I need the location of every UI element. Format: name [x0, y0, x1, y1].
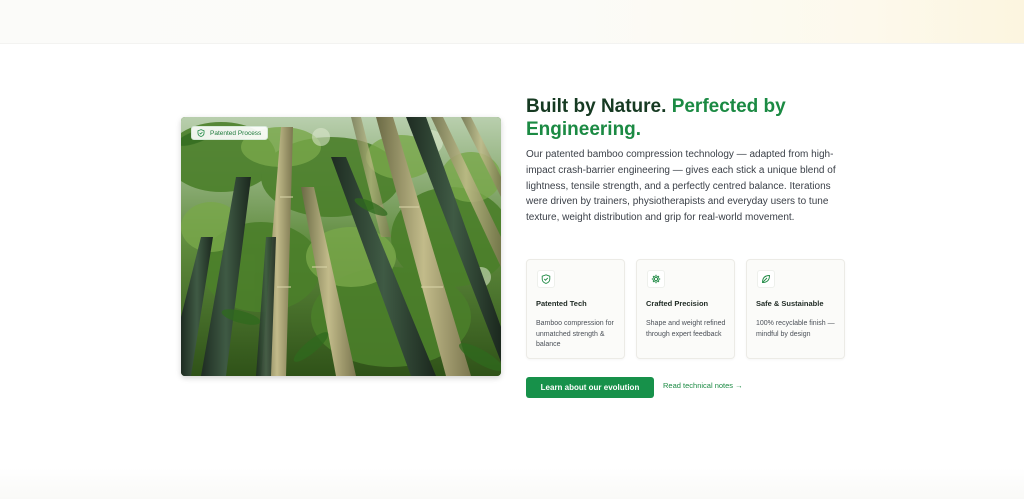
badge-label: Patented Process — [210, 129, 262, 137]
feature-title: Safe & Sustainable — [756, 299, 824, 308]
shield-check-icon — [197, 129, 205, 137]
feature-description: 100% recyclable finish — mindful by desi… — [756, 320, 835, 338]
shield-check-icon — [537, 270, 555, 288]
section-heading: Built by Nature. Perfected by Engineerin… — [526, 95, 846, 141]
read-technical-notes-link[interactable]: Read technical notes → — [663, 381, 743, 390]
gear-icon — [647, 270, 665, 288]
feature-description: Shape and weight refined through expert … — [646, 320, 726, 338]
bottom-band — [0, 468, 1024, 499]
leaf-icon — [757, 270, 775, 288]
feature-card-safe-sustainable: Safe & Sustainable 100% recyclable finis… — [746, 259, 845, 359]
feature-card-patented-tech: Patented Tech Bamboo compression for unm… — [526, 259, 625, 359]
patented-process-badge: Patented Process — [191, 126, 269, 140]
feature-title: Patented Tech — [536, 299, 587, 308]
learn-evolution-button[interactable]: Learn about our evolution — [526, 377, 654, 398]
feature-description: Bamboo compression for unmatched strengt… — [536, 320, 614, 348]
section-description: Our patented bamboo compression technolo… — [526, 149, 836, 224]
top-band — [0, 0, 1024, 44]
feature-card-crafted-precision: Crafted Precision Shape and weight refin… — [636, 259, 735, 359]
bamboo-forest-photo — [181, 117, 501, 376]
bamboo-image-card: Patented Process — [181, 117, 501, 376]
feature-title: Crafted Precision — [646, 299, 709, 308]
heading-part-1: Built by Nature. — [526, 96, 667, 117]
